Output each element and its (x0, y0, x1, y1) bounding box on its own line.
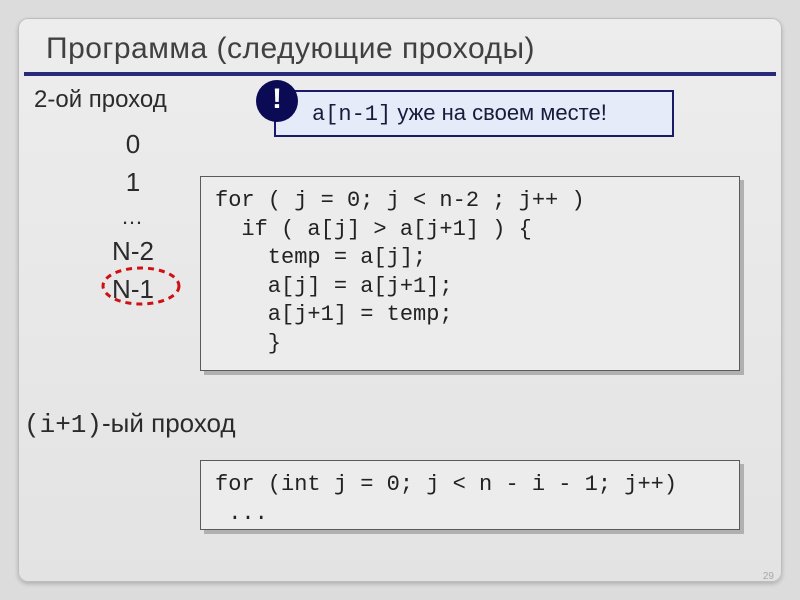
exclamation-icon: ! (256, 80, 298, 122)
callout-code: a[n-1] (312, 102, 391, 127)
i-plus-one-pass-label: (i+1)-ый проход (24, 408, 236, 440)
index-n-1: N-1 (112, 274, 154, 304)
index-n-1-circled: N-1 (112, 271, 154, 309)
callout-text: уже на своем месте! (391, 100, 607, 125)
index-1: 1 (88, 164, 178, 202)
slide: Программа (следующие проходы) 2-ой прохо… (18, 18, 782, 582)
i-plus-one-code: (i+1) (24, 410, 102, 440)
index-dots: … (88, 201, 178, 233)
slide-number: 29 (763, 571, 774, 582)
code-block-general: for (int j = 0; j < n - i - 1; j++) ... (200, 460, 740, 530)
index-n-2: N-2 (88, 233, 178, 271)
index-0: 0 (88, 126, 178, 164)
callout-box: ! a[n-1] уже на своем месте! (274, 90, 674, 137)
slide-body: 2-ой проход 0 1 … N-2 N-1 ! a[n-1] уже н… (18, 76, 782, 586)
i-plus-one-suffix: -ый проход (102, 408, 236, 438)
code-block-pass2: for ( j = 0; j < n-2 ; j++ ) if ( a[j] >… (200, 176, 740, 371)
index-list: 0 1 … N-2 N-1 (88, 126, 178, 309)
slide-title: Программа (следующие проходы) (24, 18, 776, 76)
